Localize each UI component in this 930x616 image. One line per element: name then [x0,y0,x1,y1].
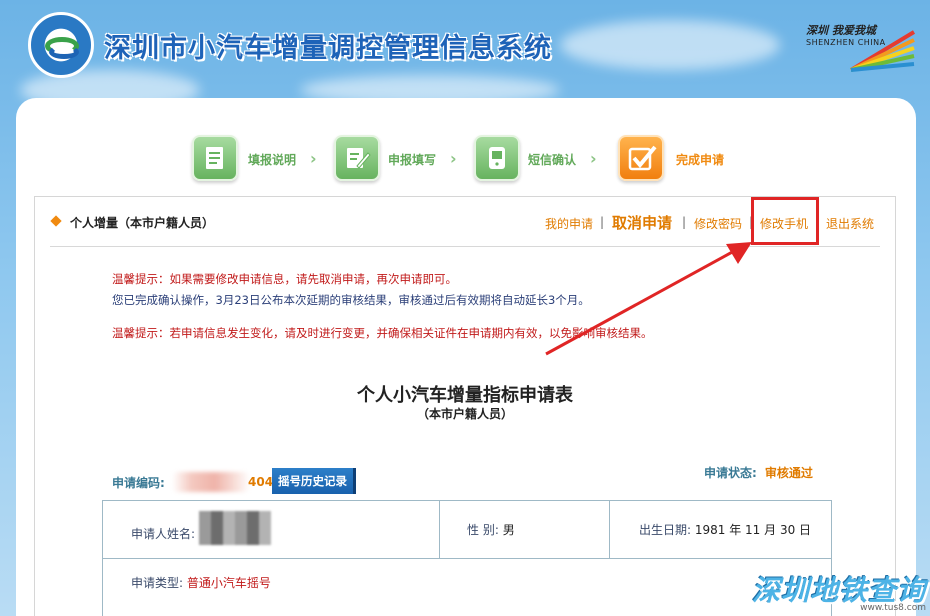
site-watermark: 深圳地铁查询 www.tus8.com [746,569,930,616]
form-title: 个人小汽车增量指标申请表 [357,385,573,406]
transport-logo-icon [28,12,94,78]
watermark-url: www.tus8.com [860,603,926,613]
chevron-right-icon: › [450,149,457,168]
checkmark-icon [618,135,664,181]
my-application-link[interactable]: 我的申请 [545,215,593,232]
step-label-sms-confirm: 短信确认 [528,153,577,167]
notice-cancel-tip: 温馨提示：如果需要修改申请信息，请先取消申请，再次申请即可。 [112,272,457,286]
site-header: 深圳市小汽车增量调控管理信息系统 深圳 我爱我城 SHENZHEN CHINA [0,0,930,105]
rainbow-fan-icon [849,30,916,72]
birth-date-cell: 出生日期: 1981 年 11 月 30 日 [639,523,812,537]
table-row: 申请人姓名: 性 别: 男 出生日期: 1981 年 11 月 30 日 [103,501,831,559]
applicant-info-table: 申请人姓名: 性 别: 男 出生日期: 1981 年 11 月 30 日 申请类… [102,500,832,616]
form-subtitle: （本市户籍人员） [416,407,513,421]
change-password-link[interactable]: 修改密码 [694,215,742,232]
application-number-label: 申请编码: [112,476,165,490]
status-label: 申请状态: [704,466,757,480]
shenzhen-city-logo: 深圳 我爱我城 SHENZHEN CHINA [806,22,916,78]
chevron-right-icon: › [590,149,597,168]
annotation-arrow-icon [545,242,752,356]
sms-phone-icon [474,135,520,181]
link-separator: | [682,215,687,229]
application-type-cell: 申请类型: 普通小汽车摇号 [131,576,271,590]
applicant-name-cell: 申请人姓名: [131,527,196,541]
application-number-tail: 404 [248,475,274,489]
redacted-applicant-name [199,511,271,545]
redacted-application-number [172,472,250,492]
highlight-box [751,197,819,245]
status-badge: 审核通过 [764,466,813,480]
notice-confirmation-info: 您已完成确认操作，3月23日公布本次延期的审核结果，审核通过后有效期将自动延长3… [112,293,590,307]
logout-link[interactable]: 退出系统 [826,215,874,232]
cancel-application-link[interactable]: 取消申请 [612,212,672,233]
lottery-history-button[interactable]: 摇号历史记录 [272,468,356,494]
link-separator: | [600,215,605,229]
chevron-right-icon: › [310,149,317,168]
step-label-complete: 完成申请 [676,153,725,167]
progress-steps: 填报说明 › 申报填写 › 短信确认 › 完成申请 [192,135,752,185]
application-status: 申请状态: 审核通过 [704,464,813,481]
gender-cell: 性 别: 男 [467,523,515,537]
form-edit-icon [334,135,380,181]
step-label-fill-instructions: 填报说明 [248,153,297,167]
site-title: 深圳市小汽车增量调控管理信息系统 [104,33,552,64]
step-label-fill-form: 申报填写 [388,153,437,167]
document-icon [192,135,238,181]
